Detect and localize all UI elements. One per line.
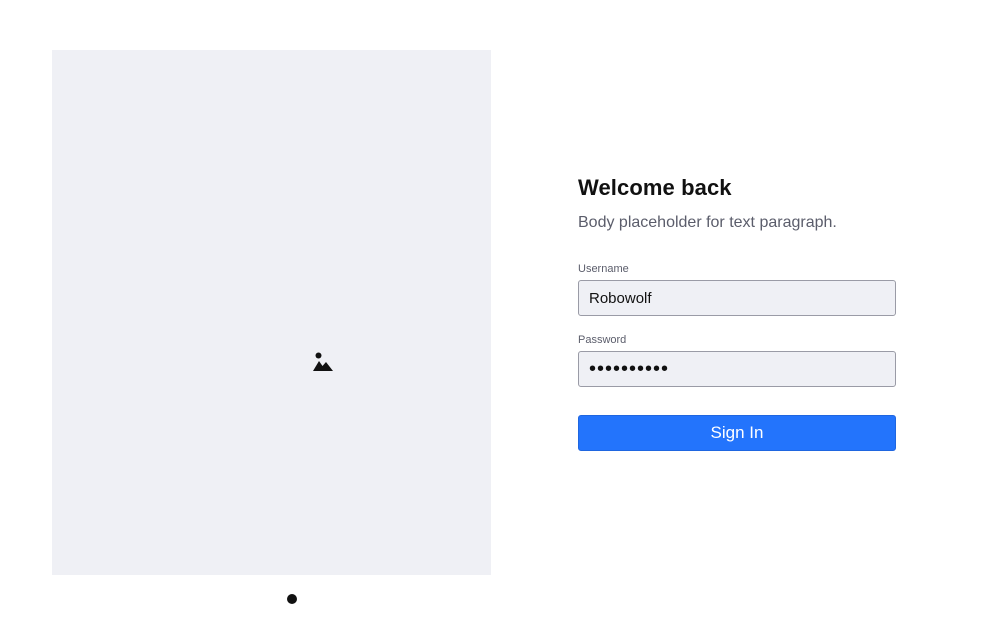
image-carousel <box>52 50 491 604</box>
page-subtitle: Body placeholder for text paragraph. <box>578 214 837 231</box>
sign-in-form: Welcome back Body placeholder for text p… <box>578 174 896 451</box>
sign-in-button[interactable]: Sign In <box>578 415 896 451</box>
carousel-dot-2[interactable] <box>308 594 318 604</box>
page-title: Welcome back <box>578 175 732 200</box>
username-input[interactable] <box>578 280 896 316</box>
carousel-dot-3[interactable] <box>329 594 339 604</box>
login-page: Welcome back Body placeholder for text p… <box>0 0 1000 625</box>
image-placeholder-icon <box>313 352 333 372</box>
password-label: Password <box>578 334 627 346</box>
carousel-dot-4[interactable] <box>350 594 360 604</box>
carousel-pagination <box>287 594 360 604</box>
username-label: Username <box>578 263 629 275</box>
password-input[interactable] <box>578 351 896 387</box>
carousel-dot-1[interactable] <box>287 594 297 604</box>
